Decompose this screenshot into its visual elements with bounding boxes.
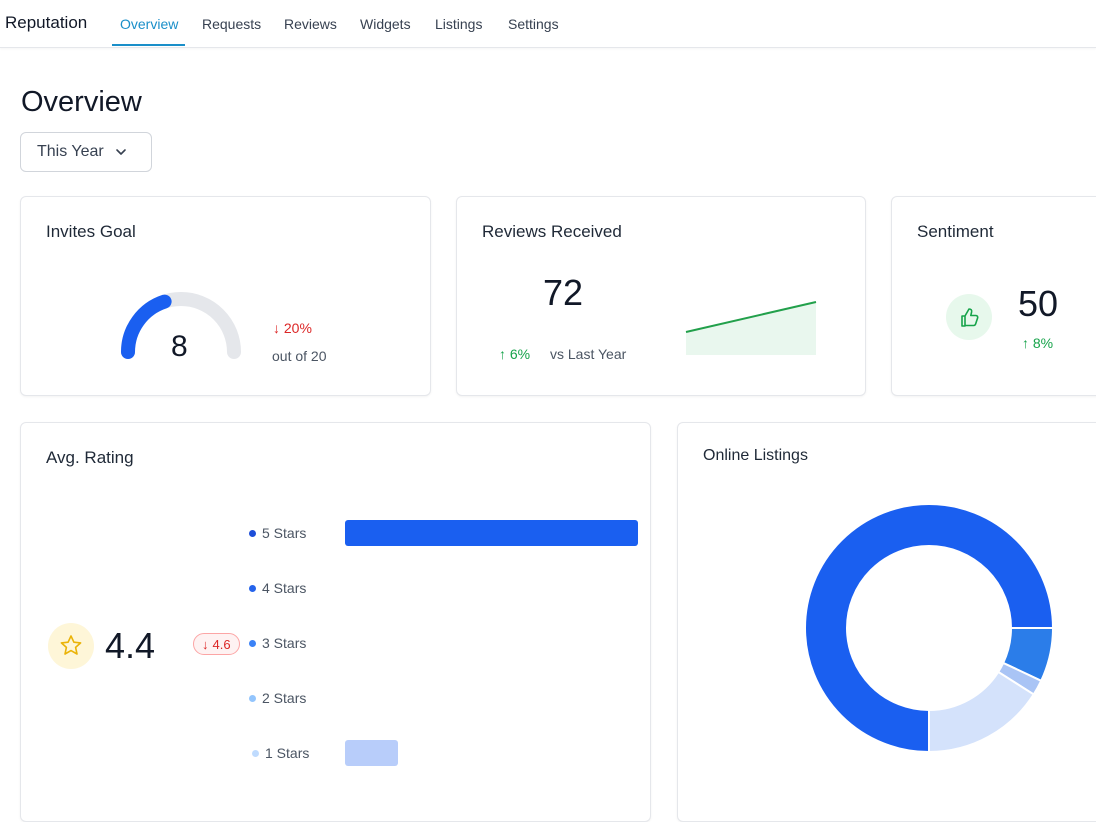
avg-rating-value: 4.4 [105, 625, 156, 666]
donut-segment[interactable] [928, 670, 1036, 753]
page-title: Overview [21, 86, 142, 118]
listings-donut-chart [804, 503, 1054, 753]
reviews-sparkline [685, 301, 817, 355]
tab-reviews[interactable]: Reviews [284, 16, 337, 32]
sentiment-value: 50 [1018, 283, 1059, 324]
sentiment-delta: ↑ 8% [1022, 335, 1053, 351]
reviews-received-card: Reviews Received 72 ↑ 6% vs Last Year [456, 196, 866, 396]
reviews-delta: ↑ 6% [499, 346, 530, 362]
arrow-down-icon: ↓ [202, 636, 209, 652]
avg-rating-card: Avg. Rating 4.4 ↓ 4.6 5 Stars 4 Stars 3 St… [20, 422, 651, 822]
invites-goal-card: Invites Goal 8 ↓ 20% out of 20 [20, 196, 431, 396]
tab-widgets[interactable]: Widgets [360, 16, 411, 32]
legend-dot [252, 749, 259, 757]
invites-goal-title: Invites Goal [46, 222, 136, 241]
legend-dot [249, 639, 256, 647]
brand-title: Reputation [5, 13, 88, 32]
chevron-down-icon [115, 149, 126, 155]
legend-dot [249, 584, 256, 592]
rating-label: 3 Stars [262, 635, 307, 651]
avg-rating-delta: 4.6 [212, 636, 231, 652]
sentiment-card: Sentiment 50 ↑ 8% [891, 196, 1096, 396]
rating-legend-item: 2 Stars [249, 690, 306, 706]
sentiment-delta-value: 8% [1032, 335, 1054, 351]
top-nav: Reputation Overview Requests Reviews Wid… [0, 0, 1096, 48]
invites-out-of: out of 20 [272, 348, 327, 364]
online-listings-card: Online Listings [677, 422, 1096, 822]
arrow-up-icon: ↑ [499, 346, 506, 362]
invites-value: 8 [171, 330, 188, 363]
tab-requests[interactable]: Requests [202, 16, 261, 32]
reviews-compare: vs Last Year [550, 346, 627, 362]
date-range-dropdown[interactable]: This Year [20, 132, 152, 172]
online-listings-title: Online Listings [703, 447, 808, 464]
reviews-delta-value: 6% [509, 346, 531, 362]
rating-label: 2 Stars [262, 690, 307, 706]
avg-rating-title: Avg. Rating [46, 448, 134, 467]
rating-label: 5 Stars [262, 525, 307, 541]
arrow-down-icon: ↓ [273, 320, 280, 336]
rating-legend-item: 3 Stars [249, 635, 306, 651]
rating-legend-item: 5 Stars [249, 525, 306, 541]
avg-rating-delta-badge: ↓ 4.6 [193, 633, 240, 655]
reviews-value: 72 [543, 272, 584, 313]
date-range-label: This Year [37, 143, 104, 160]
rating-legend-item: 1 Stars [252, 745, 309, 761]
tab-overview[interactable]: Overview [120, 16, 178, 32]
tab-settings[interactable]: Settings [508, 16, 559, 32]
legend-dot [249, 529, 256, 537]
rating-legend-item: 4 Stars [249, 580, 306, 596]
invites-delta: ↓ 20% [273, 320, 312, 336]
legend-dot [249, 694, 256, 702]
star-icon [48, 623, 94, 669]
reviews-received-title: Reviews Received [482, 222, 622, 241]
tab-listings[interactable]: Listings [435, 16, 482, 32]
active-tab-indicator [112, 44, 185, 46]
sentiment-title: Sentiment [917, 222, 994, 241]
rating-bar [345, 740, 398, 766]
invites-delta-value: 20% [283, 320, 312, 336]
thumbs-up-icon [946, 294, 992, 340]
rating-label: 1 Stars [265, 745, 310, 761]
arrow-up-icon: ↑ [1022, 335, 1029, 351]
rating-label: 4 Stars [262, 580, 307, 596]
rating-bar [345, 520, 638, 546]
